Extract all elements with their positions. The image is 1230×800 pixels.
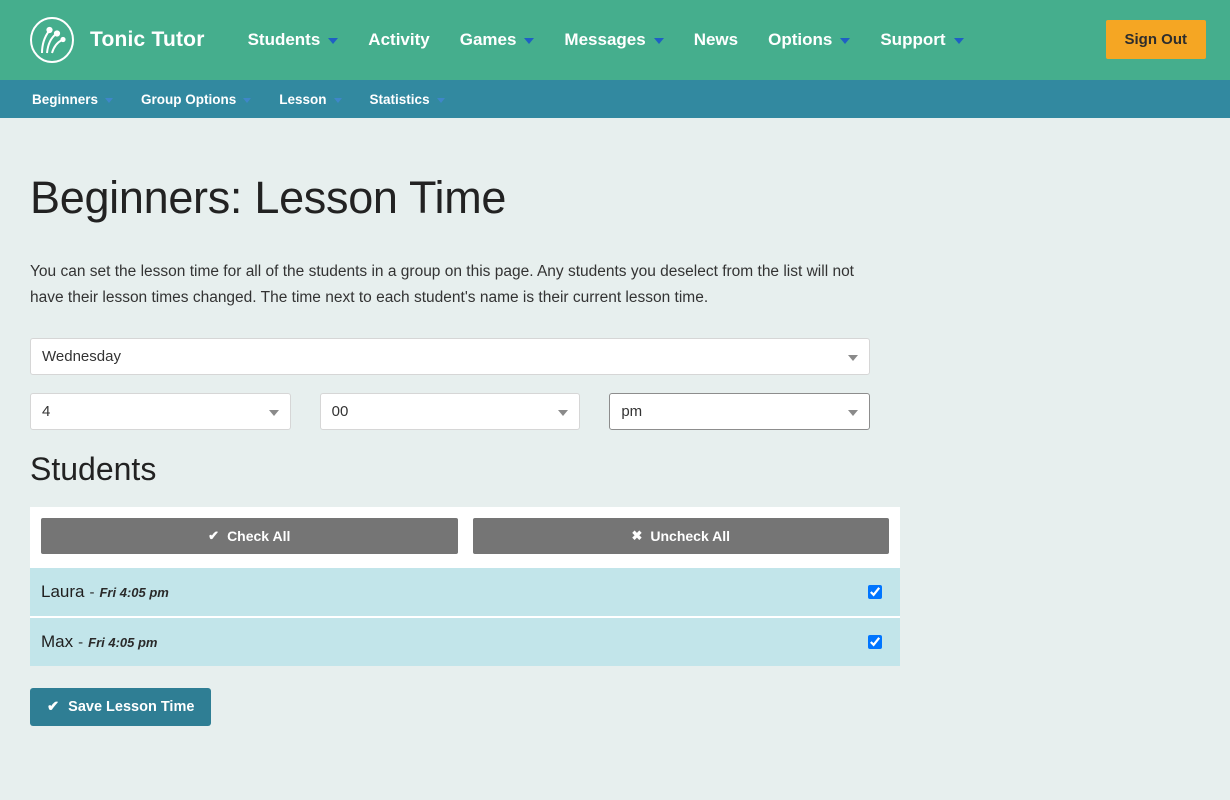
tonic-tutor-logo-icon[interactable] <box>28 16 76 64</box>
uncheck-all-button[interactable]: ✖ Uncheck All <box>472 518 889 554</box>
checkmark-icon: ✔ <box>47 699 60 715</box>
secondary-nav: Beginners Group Options Lesson Statistic… <box>0 80 1230 118</box>
nav-item-label: Games <box>459 30 517 49</box>
nav-item-label: Students <box>247 30 321 49</box>
subnav-item-lesson[interactable]: Lesson <box>265 92 355 107</box>
nav-item-label: Activity <box>368 30 430 49</box>
nav-item-messages[interactable]: Messages <box>549 30 678 50</box>
chevron-down-icon <box>105 97 114 103</box>
student-checkbox[interactable] <box>868 585 882 599</box>
save-lesson-time-label: Save Lesson Time <box>68 699 195 715</box>
check-all-label: Check All <box>227 528 291 544</box>
main-header: Tonic Tutor Students Activity Games Mess… <box>0 0 1230 80</box>
nav-item-label: Support <box>880 30 946 49</box>
subnav-item-statistics[interactable]: Statistics <box>356 92 459 107</box>
chevron-down-icon <box>328 38 339 44</box>
nav-item-news[interactable]: News <box>679 30 753 50</box>
student-name: Laura <box>41 582 85 601</box>
day-select-row: Wednesday <box>30 338 870 375</box>
chevron-down-icon <box>840 38 851 44</box>
minute-select-value: 00 <box>331 403 349 420</box>
table-row[interactable]: Max - Fri 4:05 pm <box>30 616 900 666</box>
check-all-button[interactable]: ✔ Check All <box>41 518 458 554</box>
main-content: Beginners: Lesson Time You can set the l… <box>0 172 900 726</box>
chevron-down-icon <box>243 97 252 103</box>
subnav-item-label: Lesson <box>279 91 327 107</box>
primary-nav: Students Activity Games Messages News Op… <box>233 30 979 50</box>
bulk-actions-bar: ✔ Check All ✖ Uncheck All <box>30 507 900 566</box>
table-row[interactable]: Laura - Fri 4:05 pm <box>30 566 900 616</box>
students-heading: Students <box>30 451 157 487</box>
nav-item-label: Options <box>768 30 833 49</box>
subnav-item-group-options[interactable]: Group Options <box>127 92 265 107</box>
student-lesson-time: Fri 4:05 pm <box>99 584 169 600</box>
cross-icon: ✖ <box>631 528 643 543</box>
subnav-item-label: Statistics <box>369 91 430 107</box>
nav-item-label: Messages <box>564 30 646 49</box>
page-description: You can set the lesson time for all of t… <box>30 263 854 306</box>
chevron-down-icon <box>848 409 859 416</box>
hour-select-value: 4 <box>42 403 51 420</box>
brand-name[interactable]: Tonic Tutor <box>90 28 205 52</box>
checkmark-icon: ✔ <box>208 528 220 543</box>
uncheck-all-label: Uncheck All <box>650 528 731 544</box>
separator: - <box>78 633 84 651</box>
students-panel: ✔ Check All ✖ Uncheck All Laura - Fri 4:… <box>30 507 900 666</box>
chevron-down-icon <box>848 354 858 361</box>
day-select[interactable]: Wednesday <box>30 338 870 375</box>
meridiem-select[interactable]: pm <box>609 393 871 430</box>
subnav-item-label: Group Options <box>141 91 237 107</box>
student-checkbox[interactable] <box>868 635 882 649</box>
nav-item-students[interactable]: Students <box>233 30 354 50</box>
student-lesson-time: Fri 4:05 pm <box>88 634 158 650</box>
nav-item-support[interactable]: Support <box>865 30 978 50</box>
day-select-value: Wednesday <box>42 348 121 365</box>
page-title: Beginners: Lesson Time <box>30 172 507 223</box>
chevron-down-icon <box>953 38 964 44</box>
nav-item-label: News <box>693 30 739 49</box>
chevron-down-icon <box>268 409 279 416</box>
chevron-down-icon <box>436 97 445 103</box>
hour-select[interactable]: 4 <box>30 393 291 430</box>
nav-item-activity[interactable]: Activity <box>353 30 444 50</box>
separator: - <box>89 583 95 601</box>
chevron-down-icon <box>558 409 569 416</box>
chevron-down-icon <box>524 38 535 44</box>
chevron-down-icon <box>333 97 342 103</box>
save-lesson-time-button[interactable]: ✔ Save Lesson Time <box>30 688 212 726</box>
sign-out-button[interactable]: Sign Out <box>1105 20 1206 59</box>
nav-item-games[interactable]: Games <box>445 30 550 50</box>
time-select-row: 4 00 pm <box>30 393 871 430</box>
subnav-item-beginners[interactable]: Beginners <box>18 92 127 107</box>
meridiem-select-value: pm <box>621 403 643 420</box>
nav-item-options[interactable]: Options <box>753 30 865 50</box>
minute-select[interactable]: 00 <box>319 393 581 430</box>
subnav-item-label: Beginners <box>32 91 99 107</box>
chevron-down-icon <box>653 38 664 44</box>
student-name: Max <box>41 632 74 651</box>
